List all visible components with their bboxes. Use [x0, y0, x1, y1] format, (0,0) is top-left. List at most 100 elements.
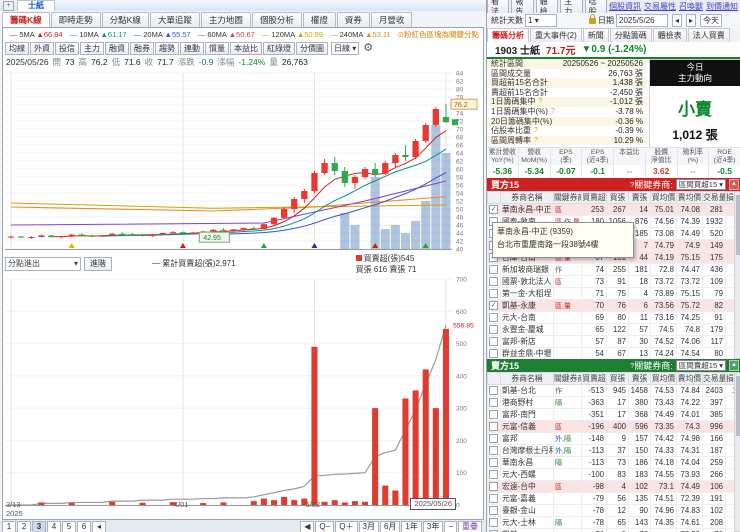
table-row[interactable]: 台灣摩根士丹利外,隔-1133715074.3374.3118731	[487, 444, 740, 457]
checkbox-cell[interactable]	[487, 275, 501, 288]
subchart-advanced-button[interactable]: 進階	[84, 256, 112, 271]
zoom-button-6[interactable]: 3年	[422, 521, 444, 532]
checkbox-cell[interactable]: ✓	[487, 299, 501, 312]
row-checkbox[interactable]	[489, 313, 498, 322]
zoom-button-7[interactable]: −	[444, 521, 457, 532]
main-tab-即時走勢[interactable]: 即時走勢	[50, 12, 101, 27]
checkbox-cell[interactable]	[487, 456, 501, 469]
checkbox-cell[interactable]	[487, 420, 501, 433]
toolbar-button-投信[interactable]: 投信	[55, 41, 79, 55]
row-checkbox[interactable]	[489, 265, 498, 274]
analysis-tab-新聞[interactable]: 新聞	[582, 28, 609, 42]
key-broker-select[interactable]: 區間買超15 ▾	[675, 179, 726, 190]
table-row[interactable]: 元大-士林隔-786514374.3574.6120822	[487, 516, 740, 529]
row-checkbox[interactable]	[489, 277, 498, 286]
checkbox-cell[interactable]	[487, 528, 501, 532]
window-tab-title[interactable]: 士紙	[17, 0, 55, 11]
checkbox-cell[interactable]	[487, 287, 501, 300]
header-link-個股資訊[interactable]: 個股資訊	[609, 1, 641, 12]
checkbox-cell[interactable]	[487, 396, 501, 409]
checkbox-cell[interactable]	[487, 432, 501, 445]
page-button-5[interactable]: 5	[62, 521, 76, 532]
toolbar-button-融資[interactable]: 融資	[105, 41, 129, 55]
checkbox-cell[interactable]	[487, 384, 501, 397]
toolbar-button-外資[interactable]: 外資	[30, 41, 54, 55]
date-next-button[interactable]: ▸	[686, 14, 697, 27]
scroll-up-icon[interactable]: ▲	[729, 360, 739, 371]
row-checkbox[interactable]	[489, 458, 498, 467]
table-row[interactable]: 華南永昌隔-1137318674.1874.0425924	[487, 456, 740, 469]
page-button-4[interactable]: 4	[47, 521, 61, 532]
toolbar-button-主力[interactable]: 主力	[80, 41, 104, 55]
main-tab-大單追蹤[interactable]: 大單追蹤	[149, 12, 200, 27]
table-row[interactable]: 元富-信義區-19640059673.3574.399689	[487, 420, 740, 433]
main-tab-資券[interactable]: 資券	[336, 12, 370, 27]
row-checkbox[interactable]	[489, 470, 498, 479]
main-tab-個股分析[interactable]: 個股分析	[251, 12, 302, 27]
page-button-6[interactable]: 6	[77, 521, 91, 532]
date-input[interactable]: 2025/5/26	[616, 14, 668, 27]
table-row[interactable]: 永豐金-慶城651225774.574.8179-16	[487, 323, 740, 336]
checkbox-cell[interactable]	[487, 504, 501, 517]
broker-netbuy-chart[interactable]: 0100200300400500600700556.85	[4, 273, 480, 515]
toolbar-button-慣量[interactable]: 慣量	[205, 41, 229, 55]
table-row[interactable]: ✓凱基-永康區,量7076673.5675.7282-12	[487, 299, 740, 312]
row-checkbox[interactable]	[489, 398, 498, 407]
analysis-tab-分點籌碼[interactable]: 分點籌碼	[609, 28, 652, 42]
row-checkbox[interactable]	[489, 289, 498, 298]
help-icon[interactable]: ?	[538, 97, 542, 107]
table-row[interactable]: 凱基-台北作-513945145874.5374.842403191	[487, 384, 740, 397]
row-checkbox[interactable]	[489, 325, 498, 334]
zoom-button-2[interactable]: Q＋	[335, 521, 358, 532]
checkbox-cell[interactable]	[487, 516, 501, 529]
row-checkbox[interactable]	[489, 482, 498, 491]
zoom-button-0[interactable]: ◀	[300, 521, 315, 532]
buy-table-scrollbar[interactable]	[734, 191, 740, 359]
zoom-button-8[interactable]: 重疊	[458, 521, 482, 532]
page-button-3[interactable]: 3	[32, 521, 46, 532]
table-row[interactable]: 新加坡商瑞銀作7425518172.874.4743622	[487, 263, 740, 276]
checkbox-cell[interactable]	[487, 480, 501, 493]
page-button-◂[interactable]: ◂	[92, 521, 106, 532]
main-tab-籌碼K線[interactable]: 籌碼K線	[2, 12, 50, 27]
analysis-tab-體檢表[interactable]: 體檢表	[652, 28, 687, 42]
analysis-tab-重大事件(2)[interactable]: 重大事件(2)	[530, 28, 582, 42]
analysis-tab-法人買賣[interactable]: 法人買賣	[687, 28, 730, 42]
table-row[interactable]: 富邦-新店57873074.5274.06117-27	[487, 335, 740, 348]
table-row[interactable]: 元富-嘉義-795613574.5172.39191-6	[487, 492, 740, 505]
page-button-1[interactable]: 1	[2, 521, 16, 532]
help-icon[interactable]: ?	[534, 136, 538, 146]
checkbox-cell[interactable]	[487, 263, 501, 276]
main-tab-分點K線[interactable]: 分點K線	[101, 12, 149, 27]
help-icon[interactable]: ?	[551, 107, 555, 117]
table-row[interactable]: 國票-敦北法人區73911873.7273.72109-9	[487, 275, 740, 288]
table-row[interactable]: 群益金鼎-中壢54671374.2474.5480-13	[487, 347, 740, 360]
zoom-button-3[interactable]: 3月	[358, 521, 379, 532]
add-tab-button[interactable]: +	[3, 0, 14, 11]
today-button[interactable]: 今天	[700, 14, 723, 27]
gear-icon[interactable]: ⚙	[363, 42, 373, 54]
main-tab-主力地圖[interactable]: 主力地圖	[200, 12, 251, 27]
help-icon[interactable]: ?	[534, 126, 538, 136]
checkbox-cell[interactable]	[487, 444, 501, 457]
checkbox-cell[interactable]	[487, 492, 501, 505]
row-checkbox[interactable]	[489, 337, 498, 346]
toolbar-button-融券[interactable]: 融券	[130, 41, 154, 55]
header-link-交易屬性[interactable]: 交易屬性	[644, 1, 676, 12]
date-prev-button[interactable]: ◂	[672, 14, 683, 27]
row-checkbox[interactable]	[489, 422, 498, 431]
table-row[interactable]: 宏遠-台中區-98410273.174.4910628	[487, 480, 740, 493]
zoom-button-1[interactable]: Q−	[315, 521, 335, 532]
sell-table-scrollbar[interactable]	[734, 372, 740, 532]
candlestick-chart[interactable]: 4042444648505254565860626466687072747678…	[4, 69, 480, 253]
checkbox-cell[interactable]	[487, 311, 501, 324]
row-checkbox[interactable]: ✓	[489, 205, 498, 214]
checkbox-cell[interactable]	[487, 408, 501, 421]
row-checkbox[interactable]	[489, 518, 498, 527]
header-link-到價通知[interactable]: 到價通知	[706, 1, 738, 12]
row-checkbox[interactable]	[489, 410, 498, 419]
table-row[interactable]: 第一金-大稻埕7175473.8975.1579-15	[487, 287, 740, 300]
table-row[interactable]: 凱基-76076--73.537614	[487, 528, 740, 532]
row-checkbox[interactable]: ✓	[489, 301, 498, 310]
key-broker-select[interactable]: 區間賣超15 ▾	[675, 360, 726, 371]
